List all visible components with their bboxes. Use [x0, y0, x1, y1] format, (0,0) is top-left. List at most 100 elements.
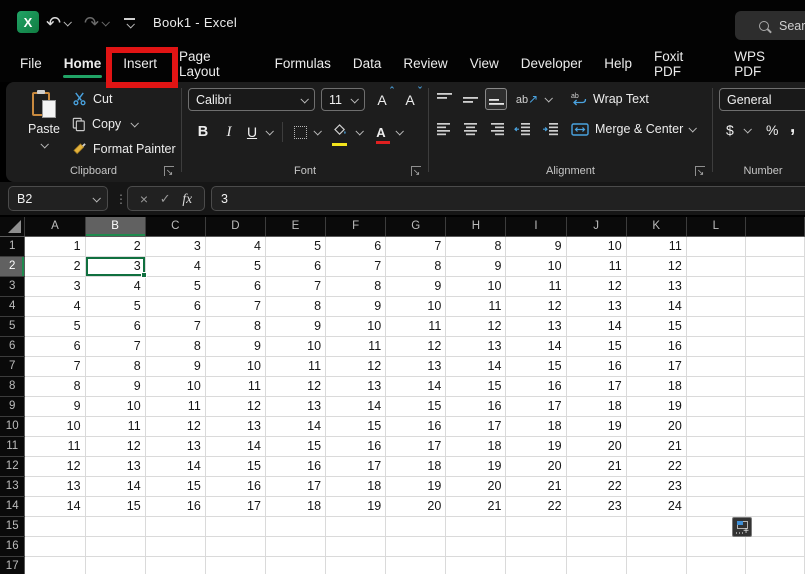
enter-button[interactable]: ✓ — [160, 191, 171, 207]
cell-E17[interactable] — [265, 556, 327, 574]
column-header-I[interactable]: I — [505, 217, 567, 237]
cell-E15[interactable] — [265, 516, 327, 537]
cell-A5[interactable]: 5 — [24, 316, 86, 337]
cell-G10[interactable]: 16 — [385, 416, 447, 437]
cell-H7[interactable]: 14 — [445, 356, 507, 377]
cell-K14[interactable]: 24 — [626, 496, 687, 517]
percent-format-button[interactable]: % — [766, 118, 778, 142]
cell-I15[interactable] — [505, 516, 567, 537]
clipboard-dialog-launcher[interactable]: ↘ — [164, 166, 174, 177]
cell-G16[interactable] — [385, 536, 447, 557]
cell-F13[interactable]: 18 — [325, 476, 387, 497]
column-header-clipped[interactable] — [745, 217, 805, 237]
italic-button[interactable]: I — [218, 120, 240, 144]
cell-J10[interactable]: 19 — [566, 416, 627, 437]
cell-G3[interactable]: 9 — [385, 276, 447, 297]
cell-B5[interactable]: 6 — [85, 316, 146, 337]
cell-H17[interactable] — [445, 556, 507, 574]
cell-F2[interactable]: 7 — [325, 256, 387, 277]
cell-B4[interactable]: 5 — [85, 296, 146, 317]
column-header-A[interactable]: A — [24, 217, 86, 237]
cell-D9[interactable]: 12 — [205, 396, 266, 417]
increase-font-size-button[interactable]: Aˆ — [370, 86, 394, 112]
cell-K7[interactable]: 17 — [626, 356, 687, 377]
top-align-button[interactable] — [433, 88, 455, 110]
cell-A7[interactable]: 7 — [24, 356, 86, 377]
paste-button[interactable]: Paste — [20, 86, 68, 164]
cell-clipped14[interactable] — [745, 496, 805, 517]
cell-H4[interactable]: 11 — [445, 296, 507, 317]
cell-K9[interactable]: 19 — [626, 396, 687, 417]
cell-G2[interactable]: 8 — [385, 256, 447, 277]
cell-L2[interactable] — [686, 256, 746, 277]
cell-E16[interactable] — [265, 536, 327, 557]
cancel-button[interactable]: × — [140, 191, 148, 207]
cell-E13[interactable]: 17 — [265, 476, 327, 497]
cell-clipped17[interactable] — [745, 556, 805, 574]
cell-H1[interactable]: 8 — [445, 236, 507, 257]
cell-A2[interactable]: 2 — [24, 256, 86, 277]
cell-clipped11[interactable] — [745, 436, 805, 457]
cell-A10[interactable]: 10 — [24, 416, 86, 437]
cell-K1[interactable]: 11 — [626, 236, 687, 257]
cell-J16[interactable] — [566, 536, 627, 557]
cell-C4[interactable]: 6 — [145, 296, 206, 317]
cell-L4[interactable] — [686, 296, 746, 317]
font-color-button[interactable]: A — [372, 120, 391, 144]
font-color-options-button[interactable] — [392, 120, 406, 144]
fill-handle[interactable] — [140, 271, 147, 278]
tab-foxit-pdf[interactable]: Foxit PDF — [643, 45, 723, 82]
cell-F8[interactable]: 13 — [325, 376, 387, 397]
cell-D5[interactable]: 8 — [205, 316, 266, 337]
cell-J12[interactable]: 21 — [566, 456, 627, 477]
tab-home[interactable]: Home — [53, 45, 113, 82]
alignment-dialog-launcher[interactable]: ↘ — [695, 166, 705, 177]
cell-H15[interactable] — [445, 516, 507, 537]
cell-J3[interactable]: 12 — [566, 276, 627, 297]
cell-B15[interactable] — [85, 516, 146, 537]
cell-F3[interactable]: 8 — [325, 276, 387, 297]
cell-K10[interactable]: 20 — [626, 416, 687, 437]
tab-wps-pdf[interactable]: WPS PDF — [723, 45, 805, 82]
cell-clipped4[interactable] — [745, 296, 805, 317]
cell-J4[interactable]: 13 — [566, 296, 627, 317]
column-header-L[interactable]: L — [686, 217, 746, 237]
middle-align-button[interactable] — [459, 88, 481, 110]
undo-button[interactable]: ↶ — [46, 0, 73, 45]
cell-F4[interactable]: 9 — [325, 296, 387, 317]
cell-F7[interactable]: 12 — [325, 356, 387, 377]
cell-L7[interactable] — [686, 356, 746, 377]
cell-L5[interactable] — [686, 316, 746, 337]
format-painter-button[interactable]: Format Painter — [72, 138, 176, 160]
cell-E3[interactable]: 7 — [265, 276, 327, 297]
cell-D8[interactable]: 11 — [205, 376, 266, 397]
cell-J13[interactable]: 22 — [566, 476, 627, 497]
orientation-button[interactable]: ab↗ — [513, 88, 541, 110]
chevron-down-icon[interactable] — [63, 17, 73, 27]
cell-L10[interactable] — [686, 416, 746, 437]
cell-G17[interactable] — [385, 556, 447, 574]
align-center-button[interactable] — [459, 118, 481, 140]
cell-J2[interactable]: 11 — [566, 256, 627, 277]
cell-clipped2[interactable] — [745, 256, 805, 277]
underline-options-button[interactable] — [262, 120, 276, 144]
cell-B16[interactable] — [85, 536, 146, 557]
cell-L3[interactable] — [686, 276, 746, 297]
cell-L13[interactable] — [686, 476, 746, 497]
cell-J11[interactable]: 20 — [566, 436, 627, 457]
cell-H9[interactable]: 16 — [445, 396, 507, 417]
cell-L14[interactable] — [686, 496, 746, 517]
column-header-B[interactable]: B — [85, 217, 146, 237]
cell-H16[interactable] — [445, 536, 507, 557]
currency-format-button[interactable]: $ — [726, 118, 734, 142]
cell-J17[interactable] — [566, 556, 627, 574]
cell-J6[interactable]: 15 — [566, 336, 627, 357]
cell-A11[interactable]: 11 — [24, 436, 86, 457]
cell-C13[interactable]: 15 — [145, 476, 206, 497]
cell-F15[interactable] — [325, 516, 387, 537]
cell-I13[interactable]: 21 — [505, 476, 567, 497]
tab-formulas[interactable]: Formulas — [264, 45, 342, 82]
cell-E2[interactable]: 6 — [265, 256, 327, 277]
cell-H5[interactable]: 12 — [445, 316, 507, 337]
cell-I17[interactable] — [505, 556, 567, 574]
